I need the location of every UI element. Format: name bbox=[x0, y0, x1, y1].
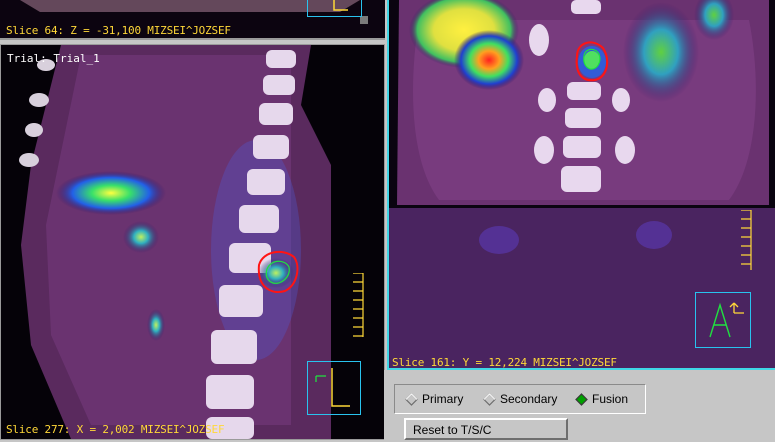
diamond-radio-icon bbox=[483, 392, 496, 406]
primary-radio-label: Primary bbox=[422, 392, 464, 406]
anterior-orientation-icon bbox=[695, 292, 751, 348]
trial-label: Trial: Trial_1 bbox=[7, 52, 100, 65]
axial-viewport[interactable]: Slice 64: Z = -31,100 MIZSEI^JOZSEF bbox=[0, 0, 385, 40]
scale-ruler bbox=[353, 273, 364, 337]
control-panel: Primary Secondary Fusion Reset to T/S/C bbox=[384, 370, 775, 442]
secondary-radio-label: Secondary bbox=[500, 392, 558, 406]
primary-radio[interactable]: Primary bbox=[405, 391, 463, 407]
axial-orientation-icon bbox=[307, 0, 362, 17]
axial-slice-label: Slice 64: Z = -31,100 MIZSEI^JOZSEF bbox=[6, 24, 231, 37]
fusion-radio[interactable]: Fusion bbox=[575, 391, 628, 407]
fusion-radio-label: Fusion bbox=[592, 392, 629, 406]
secondary-radio[interactable]: Secondary bbox=[483, 391, 557, 407]
coronal-viewport[interactable]: Slice 161: Y = 12,224 MIZSEI^JOZSEF bbox=[387, 0, 775, 370]
sagittal-orientation-icon bbox=[307, 361, 361, 415]
reset-view-button[interactable]: Reset to T/S/C bbox=[404, 418, 568, 440]
sagittal-slice-label: Slice 277: X = 2,002 MIZSEI^JOZSEF bbox=[6, 423, 225, 436]
diamond-radio-selected-icon bbox=[575, 392, 588, 406]
sagittal-viewport[interactable]: Trial: Trial_1 Slice 277: X = 2,002 MIZS… bbox=[0, 44, 385, 440]
coronal-slice-label: Slice 161: Y = 12,224 MIZSEI^JOZSEF bbox=[392, 356, 617, 369]
diamond-radio-icon bbox=[405, 392, 418, 406]
coronal-scale-ruler bbox=[741, 210, 752, 270]
display-mode-group: Primary Secondary Fusion bbox=[394, 384, 646, 414]
